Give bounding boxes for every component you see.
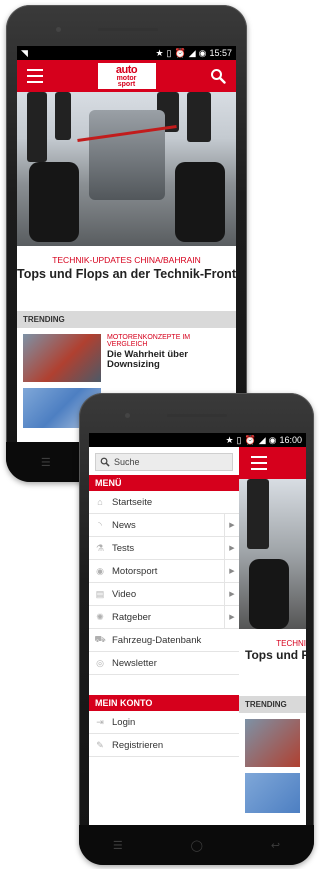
menu-item-registrieren[interactable]: ✎ Registrieren (89, 734, 239, 757)
mail-icon: ◎ (96, 657, 104, 668)
status-time: 15:57 (209, 48, 232, 58)
mechanic-figure (247, 479, 269, 549)
search-icon[interactable] (210, 68, 226, 84)
menu-item-tests[interactable]: ⚗ Tests ▶ (89, 537, 239, 560)
chevron-right-icon[interactable]: ▶ (224, 606, 239, 628)
alarm-icon: ⏰ (244, 434, 256, 445)
phone1-screen: ◥ ★ ▯ ⏰ ◢ ◉ 15:57 auto motor sport TECHN… (17, 46, 236, 442)
article-thumbnail (245, 719, 300, 767)
menu-item-label: News (112, 519, 136, 531)
menu-item-label: Ratgeber (112, 611, 152, 623)
earpiece (98, 28, 158, 31)
list-item[interactable]: MOTORENKONZEPTE IM VERGLEICH Die Wahrhei… (17, 328, 236, 388)
vibrate-icon: ▯ (236, 434, 242, 445)
rss-icon: ◝ (98, 519, 102, 530)
alarm-icon: ⏰ (174, 47, 186, 58)
menu-item-news[interactable]: ◝ News ▶ (89, 514, 239, 537)
chevron-right-icon[interactable]: ▶ (224, 514, 239, 536)
article-kicker[interactable]: TECHNIK-UPDATES CHINA/BAHRAIN (17, 255, 236, 265)
car-tyre (29, 162, 79, 242)
list-item-headline: Die Wahrheit über Downsizing (107, 349, 188, 371)
article-headline: Tops und F (245, 648, 306, 662)
search-field[interactable]: Suche (95, 453, 233, 471)
star-icon: ★ (155, 47, 164, 58)
vibrate-icon: ▯ (166, 47, 172, 58)
menu-section-header: MENÜ (89, 475, 239, 491)
trending-heading: TRENDING (17, 311, 236, 328)
menu-item-label: Newsletter (112, 657, 157, 669)
car-tyre (175, 162, 225, 242)
camera-dot (56, 27, 61, 32)
account-section-header: MEIN KONTO (89, 695, 239, 711)
app-header (239, 447, 306, 479)
app-header: auto motor sport (17, 60, 236, 92)
menu-item-fahrzeug-datenbank[interactable]: ⛟ Fahrzeug-Datenbank (89, 629, 239, 652)
list-item-kicker: MOTORENKONZEPTE IM VERGLEICH (107, 334, 191, 348)
article-kicker: TECHNI (276, 639, 306, 648)
article-headline[interactable]: Tops und Flops an der Technik-Front (17, 267, 236, 281)
menu-item-newsletter[interactable]: ◎ Newsletter (89, 652, 239, 675)
background-page: TECHNI Tops und F TRENDING (239, 447, 306, 825)
menu-item-ratgeber[interactable]: ✺ Ratgeber ▶ (89, 606, 239, 629)
tips-icon: ✺ (96, 611, 104, 622)
mechanic-figure (27, 92, 47, 162)
hero-image[interactable] (17, 92, 236, 246)
helmet-icon: ◉ (96, 565, 104, 576)
menu-item-video[interactable]: ▤ Video ▶ (89, 583, 239, 606)
search-placeholder: Suche (114, 457, 140, 467)
battery-icon: ◉ (268, 434, 277, 445)
menu-item-startseite[interactable]: ⌂ Startseite (89, 491, 239, 514)
film-icon: ▤ (95, 588, 105, 599)
car-body (89, 110, 165, 200)
logo-line-3: sport (117, 80, 136, 88)
menu-item-login[interactable]: ⇥ Login (89, 711, 239, 734)
battery-icon: ◉ (198, 47, 207, 58)
mechanic-figure (55, 92, 71, 140)
status-bar: ◥ ★ ▯ ⏰ ◢ ◉ 15:57 (17, 46, 236, 60)
navigation-drawer: Suche MENÜ ⌂ Startseite ◝ News ▶ ⚗ Tests… (89, 447, 239, 825)
recent-apps-icon[interactable]: ☰ (113, 839, 123, 852)
article-thumbnail (23, 334, 101, 382)
menu-item-label: Startseite (112, 496, 153, 508)
login-icon: ⇥ (96, 716, 104, 727)
network-icon: ◢ (188, 47, 196, 58)
menu-item-label: Login (112, 716, 136, 728)
menu-item-label: Video (112, 588, 137, 600)
system-nav-bar: ☰ ◯ ↩ (79, 825, 314, 865)
menu-item-label: Motorsport (112, 565, 158, 577)
hero-image (239, 479, 306, 629)
mechanic-figure (187, 92, 211, 142)
status-time: 16:00 (279, 435, 302, 445)
edit-icon: ✎ (96, 739, 104, 750)
trending-heading: TRENDING (239, 696, 306, 713)
menu-icon[interactable] (251, 456, 267, 470)
home-button-icon[interactable]: ◯ (191, 839, 203, 852)
chevron-right-icon[interactable]: ▶ (224, 537, 239, 559)
chevron-right-icon[interactable]: ▶ (224, 560, 239, 582)
brand-logo[interactable]: auto motor sport (97, 63, 156, 89)
menu-item-label: Fahrzeug-Datenbank (112, 634, 202, 646)
star-icon: ★ (225, 434, 234, 445)
status-bar: ★ ▯ ⏰ ◢ ◉ 16:00 (89, 433, 306, 447)
search-icon (100, 457, 110, 467)
menu-item-label: Tests (112, 542, 135, 554)
phone2-screen: ★ ▯ ⏰ ◢ ◉ 16:00 TECHNI Tops und F TRENDI… (89, 433, 306, 825)
back-icon[interactable]: ↩ (271, 839, 280, 852)
article-thumbnail (245, 773, 300, 813)
flask-icon: ⚗ (95, 542, 105, 553)
recent-apps-icon[interactable]: ☰ (41, 456, 51, 469)
signal-icon: ◥ (21, 47, 28, 58)
network-icon: ◢ (258, 434, 266, 445)
camera-dot (125, 413, 130, 418)
car-tyre (249, 559, 289, 629)
home-icon: ⌂ (97, 497, 103, 507)
earpiece (167, 414, 227, 417)
chevron-right-icon[interactable]: ▶ (224, 583, 239, 605)
menu-spacer (89, 675, 239, 695)
car-icon: ⛟ (94, 634, 106, 644)
menu-icon[interactable] (27, 69, 43, 83)
phone-frame-2: ★ ▯ ⏰ ◢ ◉ 16:00 TECHNI Tops und F TRENDI… (79, 393, 314, 865)
menu-item-label: Registrieren (112, 739, 164, 751)
menu-item-motorsport[interactable]: ◉ Motorsport ▶ (89, 560, 239, 583)
